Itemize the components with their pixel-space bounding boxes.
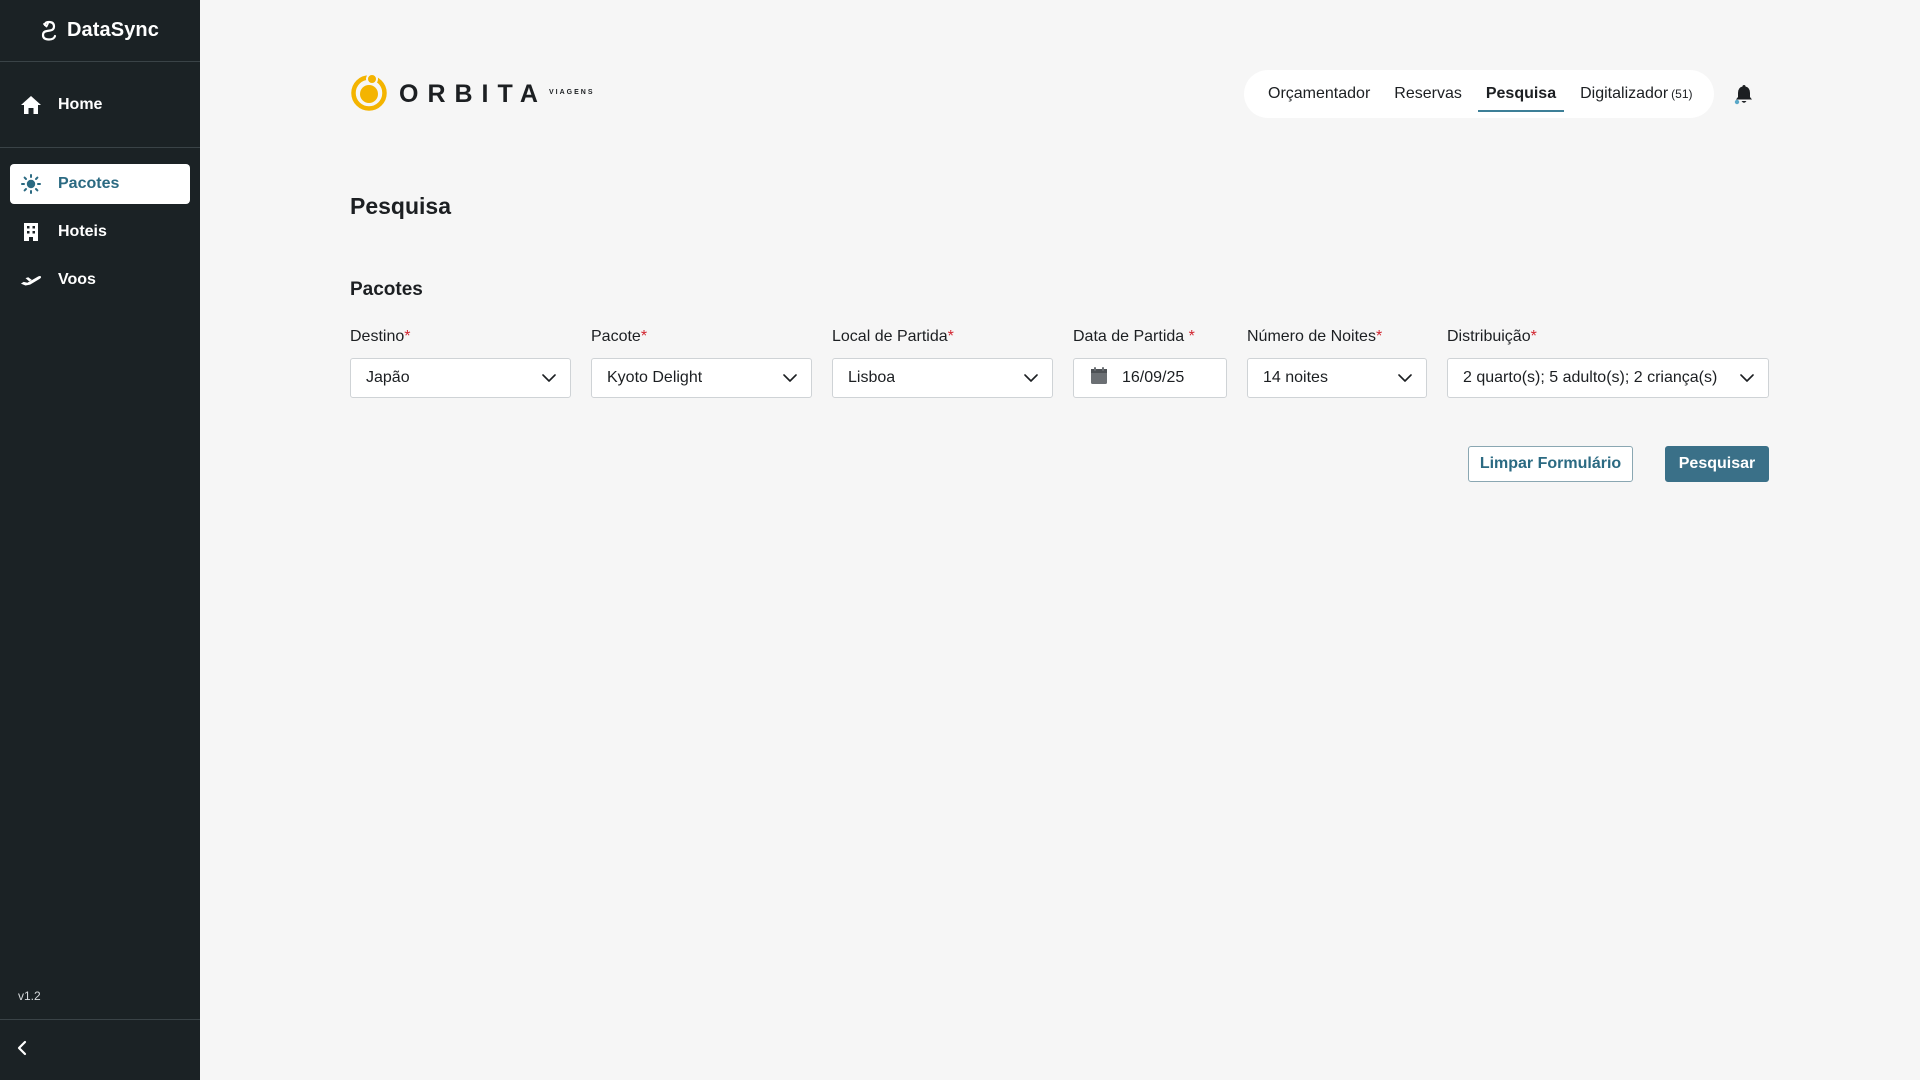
tab-reservas[interactable]: Reservas [1394,77,1462,111]
sun-icon [20,173,42,195]
field-label: Destino* [350,328,411,345]
sidebar-collapse-button[interactable] [0,1019,200,1080]
field-numero-noites: Número de Noites* 14 noites [1247,328,1427,398]
destino-select[interactable]: Japão [350,358,571,398]
sidebar-item-label: Pacotes [58,175,120,192]
bell-icon [1733,85,1755,109]
select-value: Lisboa [848,369,896,386]
date-value: 16/09/25 [1122,369,1185,386]
orbita-logo[interactable]: ORBITA VIAGENS [349,72,595,117]
section-title: Pacotes [350,279,423,300]
chevron-down-icon [1398,374,1412,382]
tab-label: Orçamentador [1268,85,1371,102]
digitalizador-count: (51) [1671,87,1693,101]
field-local-partida: Local de Partida* Lisboa [832,328,1053,398]
tab-label: Pesquisa [1485,85,1557,102]
select-value: Japão [366,369,410,386]
sidebar-item-voos[interactable]: Voos [10,260,190,300]
tab-label: Reservas [1394,85,1462,102]
chevron-down-icon [542,374,556,382]
sidebar-item-pacotes[interactable]: Pacotes [10,164,190,204]
calendar-icon [1090,366,1108,390]
orbita-logo-icon [349,72,389,117]
data-partida-input[interactable]: 16/09/25 [1073,358,1227,398]
sidebar-item-label: Home [58,95,103,113]
tab-pesquisa[interactable]: Pesquisa [1477,77,1565,112]
field-destino: Destino* Japão [350,328,571,398]
clear-form-button[interactable]: Limpar Formulário [1468,446,1633,482]
chevron-left-icon [16,1040,28,1061]
brand[interactable]: DataSync [0,0,200,62]
logo-subtitle: VIAGENS [548,88,595,96]
field-label: Data de Partida * [1073,328,1195,345]
chevron-down-icon [1024,374,1038,382]
sidebar-item-label: Hoteis [58,223,107,240]
field-label: Local de Partida* [832,328,954,345]
sidebar-item-label: Voos [58,271,96,288]
sidebar-item-home[interactable]: Home [10,85,114,125]
chevron-down-icon [783,374,797,382]
page-title: Pesquisa [350,193,451,219]
field-label: Pacote* [591,328,648,345]
sidebar: DataSync Home Pacotes Hoteis Voos v1.2 [0,0,200,1080]
tab-digitalizador[interactable]: Digitalizador (51) [1580,77,1692,111]
search-button[interactable]: Pesquisar [1665,446,1769,482]
field-distribuicao: Distribuição* 2 quarto(s); 5 adulto(s); … [1447,328,1769,398]
field-data-partida: Data de Partida * 16/09/25 [1073,328,1227,398]
chevron-down-icon [1740,374,1754,382]
building-icon [20,221,42,243]
field-pacote: Pacote* Kyoto Delight [591,328,812,398]
notification-bell-button[interactable] [1733,83,1755,105]
select-value: 2 quarto(s); 5 adulto(s); 2 criança(s) [1463,369,1718,386]
select-value: Kyoto Delight [607,369,703,386]
tab-orcamentador[interactable]: Orçamentador [1268,77,1370,111]
distribuicao-select[interactable]: 2 quarto(s); 5 adulto(s); 2 criança(s) [1447,358,1769,398]
field-label: Distribuição* [1447,328,1537,345]
numero-noites-select[interactable]: 14 noites [1247,358,1427,398]
top-navigation: Orçamentador Reservas Pesquisa Digitaliz… [1244,70,1714,118]
plane-icon [20,269,42,291]
local-partida-select[interactable]: Lisboa [832,358,1053,398]
tab-label: Digitalizador [1580,85,1669,102]
pacote-select[interactable]: Kyoto Delight [591,358,812,398]
home-icon [20,94,42,116]
app-version: v1.2 [18,989,41,1003]
field-label: Número de Noites* [1247,328,1383,345]
datasync-logo-icon [41,20,59,42]
app-name: DataSync [67,19,159,41]
logo-wordmark: ORBITA [399,79,547,108]
select-value: 14 noites [1263,369,1328,386]
sidebar-item-hoteis[interactable]: Hoteis [10,212,190,252]
